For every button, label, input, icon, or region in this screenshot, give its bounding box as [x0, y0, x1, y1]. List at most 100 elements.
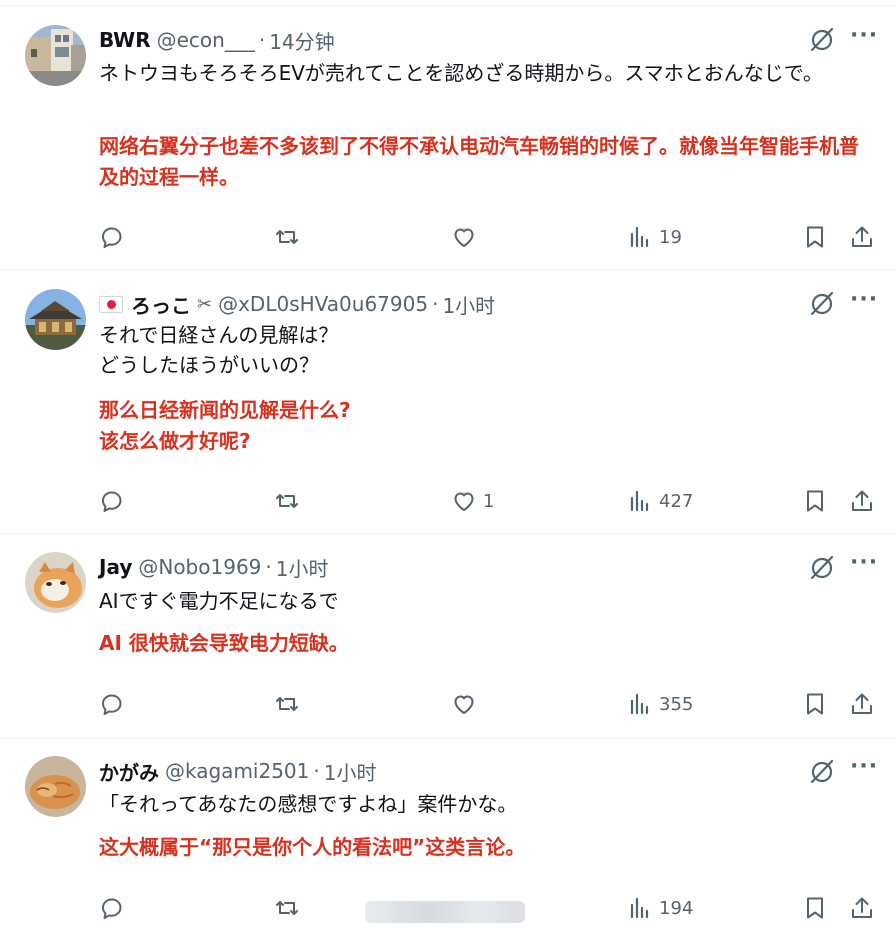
action-bar: 1 427	[99, 486, 879, 516]
scissors-icon: ✂	[197, 293, 213, 315]
avatar[interactable]	[25, 289, 86, 350]
translation-text: 网络右翼分子也差不多该到了不得不承认电动汽车畅销的时候了。就像当年智能手机普及的…	[99, 131, 874, 193]
bookmark-button[interactable]	[802, 222, 828, 252]
reply-button[interactable]	[99, 222, 131, 252]
views-icon	[630, 490, 649, 512]
views-icon	[630, 226, 649, 248]
bookmark-button[interactable]	[802, 689, 828, 719]
view-count: 19	[659, 226, 682, 248]
bookmark-icon	[807, 693, 823, 715]
like-button[interactable]: 1	[451, 486, 494, 516]
tweet-reply[interactable]: ろっこ ✂ @xDL0sHVa0u67905 · 1小时 ··· それで日経さん…	[0, 271, 896, 535]
grok-icon[interactable]	[808, 553, 836, 581]
views-button[interactable]: 19	[627, 222, 682, 252]
translation-text: 这大概属于“那只是你个人的看法吧”这类言论。	[99, 832, 874, 863]
views-button[interactable]: 355	[627, 689, 693, 719]
bookmark-icon	[807, 490, 823, 512]
action-bar: 19	[99, 222, 879, 252]
watermark-overlay	[365, 901, 525, 923]
tweet-text-line: それで日経さんの見解は？	[99, 323, 339, 347]
retweet-icon	[276, 697, 298, 711]
reply-icon	[102, 898, 122, 919]
timestamp[interactable]: 1小时	[324, 757, 377, 786]
tweet-header: Jay @Nobo1969 · 1小时	[99, 553, 329, 582]
tweet-text-line: ネトウヨもそろそろEVが売れてことを認めざる時期から。スマホとおんなじで。	[99, 61, 823, 85]
retweet-button[interactable]	[274, 893, 306, 923]
views-button[interactable]: 427	[627, 486, 693, 516]
separator-dot: ·	[432, 292, 439, 316]
tweet-reply[interactable]: BWR @econ___ · 14分钟 ··· ネトウヨもそろそろEVが売れてこ…	[0, 7, 896, 270]
translation-text: 那么日经新闻的见解是什么? 该怎么做才好呢?	[99, 395, 874, 457]
retweet-button[interactable]	[274, 689, 306, 719]
avatar[interactable]	[25, 25, 86, 86]
like-button[interactable]	[451, 222, 483, 252]
display-name[interactable]: BWR	[99, 28, 151, 52]
share-button[interactable]	[849, 222, 875, 252]
display-name[interactable]: かがみ	[99, 757, 159, 786]
translation-line: 这大概属于“那只是你个人的看法吧”这类言论。	[99, 835, 526, 859]
translation-line: 那么日经新闻的见解是什么?	[99, 398, 351, 422]
grok-icon[interactable]	[808, 289, 836, 317]
share-button[interactable]	[849, 689, 875, 719]
user-handle[interactable]: @xDL0sHVa0u67905	[218, 292, 428, 316]
more-options-icon[interactable]: ···	[850, 25, 877, 51]
share-button[interactable]	[849, 893, 875, 923]
grok-icon[interactable]	[808, 757, 836, 785]
more-options-icon[interactable]: ···	[850, 756, 877, 782]
tweet-text: それで日経さんの見解は？ どうしたほうがいいの？	[99, 320, 874, 380]
reply-icon	[102, 694, 122, 715]
views-button[interactable]: 194	[627, 893, 693, 923]
tweet-text-line: AIですぐ電力不足になるで	[99, 589, 339, 613]
tweet-text-line: 「それってあなたの感想ですよね」案件かな。	[99, 792, 518, 816]
view-count: 194	[659, 897, 694, 919]
views-icon	[630, 693, 649, 715]
like-button[interactable]	[451, 689, 483, 719]
translation-text: AI 很快就会导致电力短缺。	[99, 628, 874, 659]
separator-dot: ·	[265, 555, 272, 579]
user-handle[interactable]: @kagami2501	[165, 759, 309, 783]
separator-dot: ·	[313, 759, 320, 783]
user-handle[interactable]: @econ___	[157, 28, 255, 52]
retweet-icon	[276, 230, 298, 244]
separator-dot: ·	[258, 28, 266, 52]
like-count: 1	[483, 490, 495, 512]
share-icon	[852, 897, 872, 918]
retweet-button[interactable]	[274, 486, 306, 516]
reply-button[interactable]	[99, 893, 131, 923]
more-options-icon[interactable]: ···	[850, 289, 877, 315]
reply-icon	[102, 227, 122, 248]
reply-icon	[102, 491, 122, 512]
view-count: 355	[659, 693, 694, 715]
japan-flag-icon	[99, 295, 123, 313]
heart-icon	[454, 228, 474, 247]
display-name[interactable]: ろっこ	[131, 290, 191, 319]
timestamp[interactable]: 14分钟	[269, 26, 334, 55]
reply-button[interactable]	[99, 486, 131, 516]
share-icon	[852, 490, 872, 511]
share-icon	[852, 693, 872, 714]
timestamp[interactable]: 1小时	[276, 553, 329, 582]
heart-icon	[454, 695, 474, 714]
bookmark-button[interactable]	[802, 893, 828, 923]
heart-icon	[454, 492, 474, 511]
avatar[interactable]	[25, 552, 86, 613]
display-name[interactable]: Jay	[99, 555, 132, 579]
view-count: 427	[659, 490, 694, 512]
reply-button[interactable]	[99, 689, 131, 719]
tweet-header: かがみ @kagami2501 · 1小时	[99, 757, 377, 786]
share-button[interactable]	[849, 486, 875, 516]
retweet-icon	[276, 901, 298, 915]
translation-line: 网络右翼分子也差不多该到了不得不承认电动汽车畅销的时候了。就像当年智能手机普及的…	[99, 134, 859, 189]
translation-line: 该怎么做才好呢?	[99, 429, 251, 453]
avatar[interactable]	[25, 756, 86, 817]
retweet-button[interactable]	[274, 222, 306, 252]
user-handle[interactable]: @Nobo1969	[138, 555, 261, 579]
views-icon	[630, 897, 649, 919]
more-options-icon[interactable]: ···	[850, 552, 877, 578]
translation-line: AI 很快就会导致电力短缺。	[99, 631, 349, 655]
tweet-reply[interactable]: Jay @Nobo1969 · 1小时 ··· AIですぐ電力不足になるで AI…	[0, 536, 896, 739]
grok-icon[interactable]	[808, 25, 836, 53]
timestamp[interactable]: 1小时	[442, 290, 495, 319]
tweet-header: ろっこ ✂ @xDL0sHVa0u67905 · 1小时	[99, 290, 495, 319]
bookmark-button[interactable]	[802, 486, 828, 516]
